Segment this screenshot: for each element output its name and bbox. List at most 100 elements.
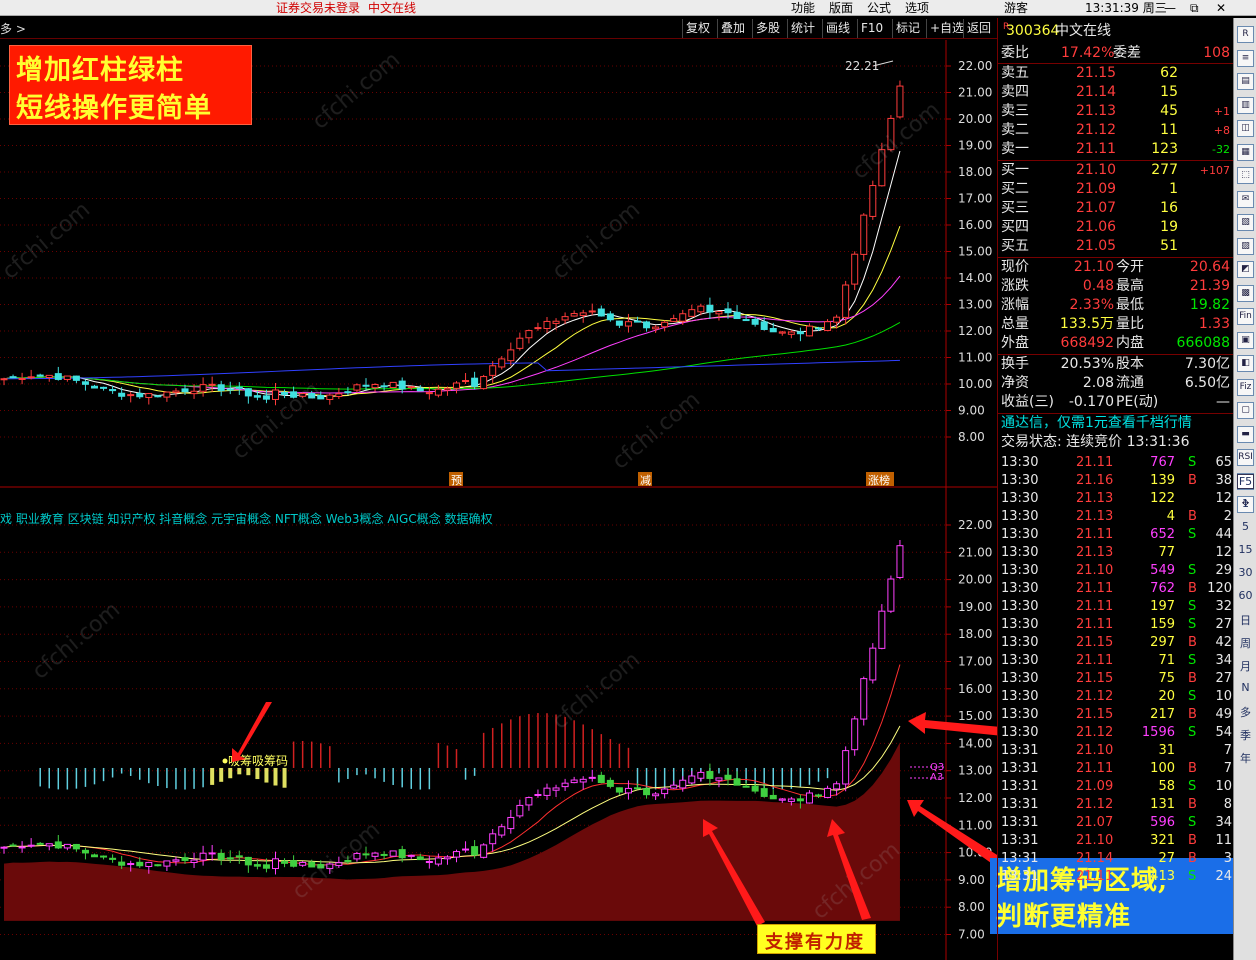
- main-y-tick-label: 19.00: [958, 139, 992, 153]
- period-button[interactable]: 季: [1234, 727, 1256, 743]
- candle-body: [109, 857, 117, 860]
- notice-row[interactable]: 通达信，仅需1元查看千档行情: [998, 414, 1234, 433]
- candle-body: [751, 785, 759, 792]
- period-button[interactable]: 5: [1234, 520, 1256, 533]
- sub-y-tick-label: 12.00: [958, 791, 992, 805]
- stat2-label: 股本: [1116, 356, 1144, 372]
- main-y-tick-label: 17.00: [958, 192, 992, 206]
- period-button[interactable]: F5: [1237, 474, 1254, 489]
- notice-text: 通达信，仅需1元查看千档行情: [1001, 415, 1192, 431]
- tick-side: S: [1188, 599, 1197, 614]
- tick-time: 13:31: [1001, 833, 1039, 848]
- tick-count: 65: [1215, 455, 1232, 470]
- candle-body: [842, 750, 850, 785]
- tick-count: 38: [1215, 473, 1232, 488]
- mark-button[interactable]: 标记: [892, 19, 923, 38]
- login-status[interactable]: 证券交易未登录: [276, 0, 360, 16]
- candle-body: [54, 373, 62, 380]
- candle-body: [525, 330, 533, 339]
- candle-body: [262, 864, 270, 869]
- period-button[interactable]: 日: [1234, 612, 1256, 628]
- tick-row: 13:30 21.11 762 B 120: [998, 580, 1234, 598]
- candle-body: [45, 374, 53, 379]
- support-label: 支撑有力度: [765, 932, 865, 953]
- period-button[interactable]: 30: [1234, 566, 1256, 579]
- sidebar-tool-icon[interactable]: Fin: [1237, 308, 1254, 325]
- multi-stock-button[interactable]: 多股: [752, 19, 783, 38]
- stat-value: 21.10: [1073, 259, 1114, 275]
- menu-layout[interactable]: 版面: [829, 0, 853, 16]
- period-button[interactable]: 周: [1234, 635, 1256, 651]
- sidebar-tool-icon[interactable]: ▧: [1237, 214, 1254, 231]
- sidebar-tool-icon[interactable]: ◩: [1237, 261, 1254, 278]
- user-label[interactable]: 游客: [1004, 0, 1028, 16]
- f10-button[interactable]: F10: [857, 19, 886, 38]
- candle-body: [652, 326, 660, 330]
- candle-body: [624, 321, 632, 327]
- period-button[interactable]: 1: [1234, 497, 1256, 510]
- sidebar-tool-icon[interactable]: ▩: [1237, 284, 1254, 302]
- tick-price: 21.11: [1076, 581, 1114, 596]
- sidebar-tool-icon[interactable]: ▦: [1237, 143, 1254, 161]
- main-y-tick-label: 18.00: [958, 165, 992, 179]
- candle-body: [226, 857, 234, 860]
- period-selector[interactable]: 多 >: [0, 20, 26, 37]
- ask-row: 卖五 21.15 62: [998, 64, 1234, 83]
- candle-body: [534, 327, 542, 330]
- period-button[interactable]: 年: [1234, 750, 1256, 766]
- stats-button[interactable]: 统计: [787, 19, 818, 38]
- sidebar-tool-icon[interactable]: ▢: [1237, 402, 1254, 419]
- overlay-button[interactable]: 叠加: [717, 19, 748, 38]
- sidebar-tool-icon[interactable]: ◧: [1237, 355, 1254, 372]
- sidebar-tool-icon[interactable]: Fiz: [1237, 378, 1254, 396]
- sidebar-tool-icon[interactable]: ▣: [1237, 331, 1254, 349]
- menu-formula[interactable]: 公式: [867, 0, 891, 16]
- minimize-icon[interactable]: —: [1164, 0, 1176, 16]
- menu-function[interactable]: 功能: [791, 0, 815, 16]
- tick-side: S: [1188, 689, 1197, 704]
- close-icon[interactable]: ✕: [1216, 0, 1226, 16]
- clock: 13:31:39 周三: [1085, 1, 1167, 15]
- candle-body: [896, 545, 904, 578]
- period-button[interactable]: 15: [1234, 543, 1256, 556]
- tick-volume: 139: [1150, 473, 1175, 488]
- tick-time: 13:30: [1001, 581, 1039, 596]
- period-button[interactable]: 多: [1234, 704, 1256, 720]
- back-button[interactable]: 返回: [963, 19, 994, 38]
- tick-side: B: [1188, 833, 1197, 848]
- sidebar-tool-icon[interactable]: ▥: [1237, 96, 1254, 114]
- stat-label: 现价: [1001, 259, 1029, 275]
- period-button[interactable]: 月: [1234, 658, 1256, 674]
- stock-name: 中文在线: [1055, 23, 1111, 39]
- add-favorite-button[interactable]: +自选: [926, 19, 967, 38]
- chart-area[interactable]: 22.00 21.00 20.00 19.00 18.00 17.00 16.00 15.00…: [0, 40, 997, 960]
- stat-value: 133.5万: [1059, 316, 1114, 332]
- candle-body: [63, 843, 71, 849]
- fuquan-button[interactable]: 复权: [682, 19, 713, 38]
- restore-icon[interactable]: ⧉: [1190, 0, 1199, 16]
- period-button[interactable]: 60: [1234, 589, 1256, 602]
- draw-line-button[interactable]: 画线: [822, 19, 853, 38]
- sidebar-tool-icon[interactable]: ▨: [1237, 237, 1254, 255]
- sidebar-tool-icon[interactable]: ⬚: [1237, 167, 1254, 184]
- stat-label: 量比: [1116, 316, 1144, 332]
- sidebar-tool-icon[interactable]: RSI: [1237, 449, 1254, 466]
- candle-body: [154, 395, 162, 398]
- candle-body: [724, 774, 732, 780]
- candle-body: [281, 391, 289, 395]
- sidebar-tool-icon[interactable]: ▤: [1237, 73, 1254, 90]
- candle-body: [661, 321, 669, 328]
- sidebar-tool-icon[interactable]: R: [1237, 26, 1254, 43]
- sidebar-tool-icon[interactable]: ▬: [1237, 425, 1254, 443]
- tick-row: 13:30 21.11 652 S 44: [998, 526, 1234, 544]
- menu-options[interactable]: 选项: [905, 0, 929, 16]
- tick-row: 13:31 21.10 31 7: [998, 742, 1234, 760]
- candle-body: [72, 375, 80, 381]
- sidebar-tool-icon[interactable]: ◫: [1237, 120, 1254, 137]
- watermark-text: cfchi.com: [0, 197, 95, 284]
- sidebar-tool-icon[interactable]: ✉: [1237, 190, 1254, 208]
- tick-count: 24: [1215, 869, 1232, 884]
- sidebar-tool-icon[interactable]: ≡: [1237, 49, 1254, 67]
- period-button[interactable]: N: [1234, 681, 1256, 694]
- tick-time: 13:30: [1001, 671, 1039, 686]
